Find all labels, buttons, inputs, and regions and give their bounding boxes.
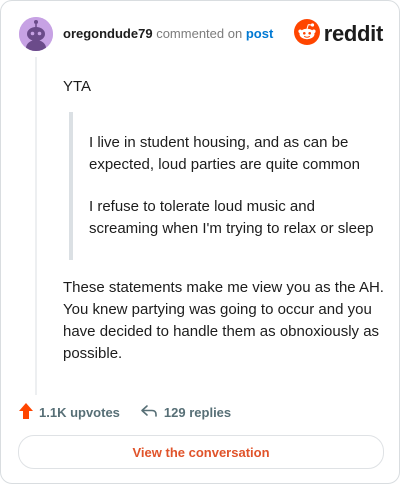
quote-block: I live in student housing, and as can be…	[69, 112, 374, 260]
reply-count: 129 replies	[163, 404, 232, 420]
comment-header: oregondude79 commented on post reddit	[19, 17, 383, 51]
action-text: commented on	[156, 26, 243, 41]
quote-paragraph: I live in student housing, and as can be…	[89, 134, 360, 173]
comment-body: These statements make me view you as the…	[63, 279, 384, 362]
reply-stat[interactable]: 129 replies	[140, 404, 231, 421]
snoo-avatar-icon[interactable]	[19, 17, 53, 51]
thread-line	[35, 57, 37, 395]
upvote-count: 1.1K upvotes	[39, 404, 120, 420]
upvote-stat[interactable]: 1.1K upvotes	[19, 402, 120, 422]
post-link[interactable]: post	[246, 26, 273, 41]
reddit-brand[interactable]: reddit	[293, 18, 384, 50]
comment-embed-card: oregondude79 commented on post reddit YT…	[0, 0, 400, 484]
byline: oregondude79 commented on post	[63, 26, 273, 42]
username[interactable]: oregondude79	[63, 26, 153, 41]
comment-stats: 1.1K upvotes 129 replies	[19, 401, 231, 423]
reddit-wordmark: reddit	[323, 21, 384, 46]
reply-arrow-icon	[140, 404, 158, 421]
reddit-logo-icon	[293, 18, 320, 50]
comment-verdict: YTA	[63, 78, 92, 95]
quote-paragraph: I refuse to tolerate loud music and scre…	[89, 198, 374, 237]
upvote-arrow-icon	[19, 402, 33, 422]
view-conversation-button[interactable]: View the conversation	[18, 435, 384, 469]
